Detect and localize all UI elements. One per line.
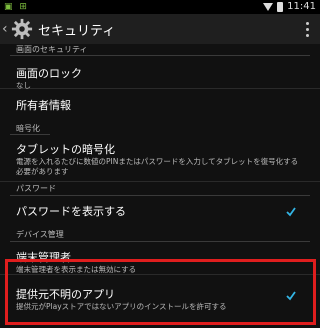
owner-info-title: 所有者情報 [16,99,71,112]
tablet-encryption-title: タブレットの暗号化 [16,143,115,156]
section-header-device-admin: デバイス管理 [0,228,320,242]
wifi-icon [263,3,274,11]
owner-info-item[interactable]: 所有者情報 [0,89,320,121]
action-bar: ‹ セキュリティ [0,14,320,44]
tablet-encryption-summary: 電源を入れるたびに数値のPINまたはパスワードを入力してタブレットを復号化する必… [16,157,299,176]
status-bar: ▣ ⊞ 11:41 [0,0,320,14]
show-password-title: パスワードを表示する [16,205,126,218]
screen-lock-item[interactable]: 画面のロック なし [0,56,320,90]
tablet-encryption-item[interactable]: タブレットの暗号化 電源を入れるたびに数値のPINまたはパスワードを入力してタブ… [0,135,320,182]
page-title: セキュリティ [38,23,116,39]
back-chevron-icon[interactable]: ‹ [2,21,10,37]
clock: 11:41 [287,1,316,12]
show-password-item[interactable]: パスワードを表示する [0,196,320,228]
status-indicators: 11:41 [263,0,316,14]
section-header-screen-security: 画面のセキュリティ [0,44,320,56]
section-header-password: パスワード [0,182,320,196]
battery-icon [277,2,284,12]
highlight-annotation [5,259,316,325]
show-password-checkbox[interactable] [286,207,296,217]
screen-lock-title: 画面のロック [16,67,82,80]
gear-icon[interactable] [10,17,34,41]
section-header-encryption: 暗号化 [0,123,320,135]
overflow-menu-icon[interactable] [306,22,310,37]
notification-icons: ▣ ⊞ [4,2,29,12]
